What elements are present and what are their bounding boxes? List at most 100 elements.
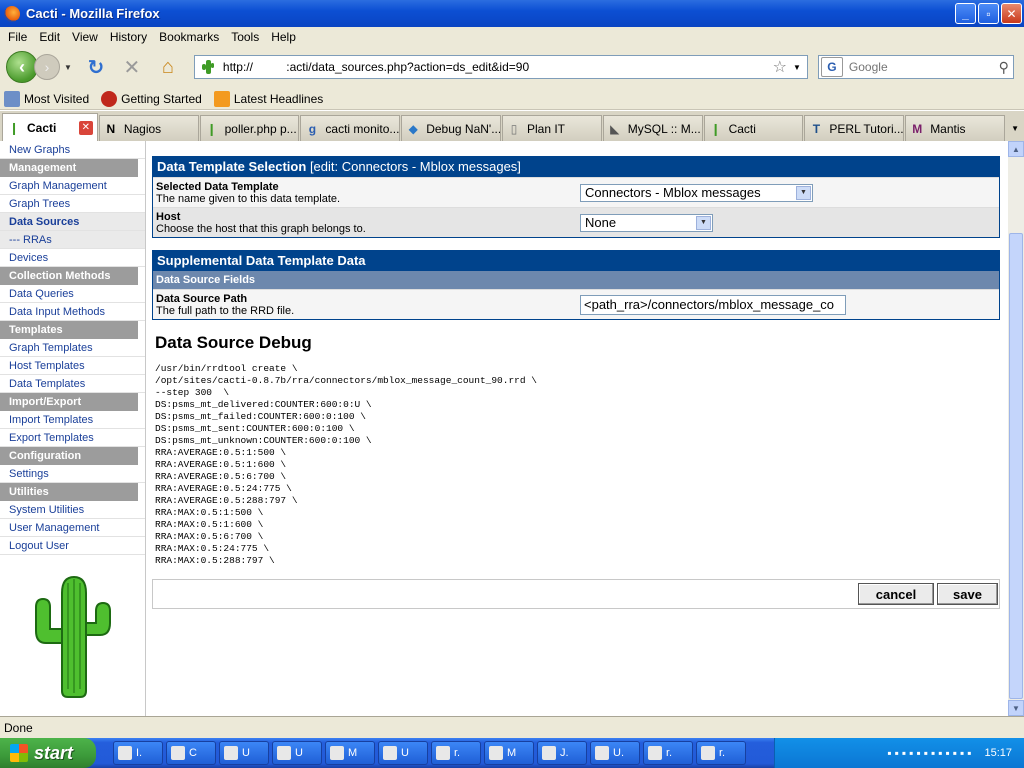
tab-cacti[interactable]: ❙ Cacti ✕ [2,113,98,141]
menu-tools[interactable]: Tools [225,30,265,44]
bookmark-getting-started[interactable]: Getting Started [101,90,202,107]
taskbar-task-button[interactable]: M [325,741,375,765]
menu-view[interactable]: View [66,30,104,44]
tab-mysql[interactable]: ◣ MySQL :: M... [602,115,703,141]
scroll-down-icon[interactable]: ▼ [1008,700,1024,716]
tab-perl-tutorial[interactable]: T PERL Tutori... [804,115,905,141]
menu-bookmarks[interactable]: Bookmarks [153,30,225,44]
debug-line: DS:psms_mt_delivered:COUNTER:600:0:U \ [155,399,372,410]
data-template-select[interactable]: Connectors - Mblox messages ▼ [580,183,813,202]
field-label-group: Host Choose the host that this graph belo… [156,211,580,235]
sidebar-item-devices[interactable]: Devices [0,249,145,267]
taskbar-task-button[interactable]: r. [696,741,746,765]
tab-cacti-monitor[interactable]: g cacti monito... [300,115,401,141]
tab-debug-nan[interactable]: ◆ Debug NaN'... [401,115,501,141]
bookmark-latest-headlines[interactable]: Latest Headlines [213,90,323,107]
stop-icon[interactable]: ✕ [120,55,144,79]
menu-history[interactable]: History [104,30,153,44]
sidebar-item-user-management[interactable]: User Management [0,519,145,537]
chevron-down-icon[interactable]: ▼ [796,185,811,200]
cacti-favicon-icon [198,58,217,76]
sidebar-item-data-templates[interactable]: Data Templates [0,375,145,393]
data-source-path-input[interactable]: <path_rra>/connectors/mblox_message_co [580,294,846,315]
firefox-icon [4,5,20,22]
task-app-icon [595,746,609,760]
bookmark-most-visited[interactable]: Most Visited [4,90,89,107]
vertical-scrollbar[interactable]: ▲ ▼ [1008,141,1024,716]
tab-list-dropdown-icon[interactable]: ▼ [1006,115,1024,141]
cacti-logo [35,575,111,698]
reload-icon[interactable]: ↻ [84,55,108,79]
taskbar-task-button[interactable]: C [166,741,216,765]
host-select[interactable]: None ▼ [580,213,713,232]
sidebar-item-settings[interactable]: Settings [0,465,145,483]
task-label: U [295,747,303,759]
sidebar-item-new-graphs[interactable]: New Graphs [0,141,145,159]
sidebar-item-data-sources[interactable]: Data Sources [0,213,145,231]
tab-nagios[interactable]: N Nagios [98,115,199,141]
sidebar-section-import-export: Import/Export [0,393,138,411]
sidebar-item-data-queries[interactable]: Data Queries [0,285,145,303]
cancel-button[interactable]: cancel [858,583,934,605]
bookmarks-toolbar: Most Visited Getting Started Latest Head… [0,88,1024,110]
scroll-up-icon[interactable]: ▲ [1008,141,1024,157]
taskbar-task-button[interactable]: I. [113,741,163,765]
sidebar-item-rras[interactable]: --- RRAs [0,231,145,249]
tab-plan-it[interactable]: ▯ Plan IT [502,115,602,141]
task-label: J. [560,747,569,759]
tab-cacti-2[interactable]: ❙ Cacti [703,115,804,141]
sidebar-item-host-templates[interactable]: Host Templates [0,357,145,375]
bookmark-label: Getting Started [121,91,202,106]
taskbar-task-button[interactable]: M [484,741,534,765]
menu-help[interactable]: Help [265,30,302,44]
search-input[interactable] [848,60,989,74]
sidebar-item-graph-templates[interactable]: Graph Templates [0,339,145,357]
sidebar-section-utilities: Utilities [0,483,138,501]
url-dropdown-icon[interactable]: ▼ [793,63,801,72]
search-box[interactable]: G ⚲ [817,55,1014,79]
forward-button[interactable]: › [34,54,60,80]
sidebar-item-data-input-methods[interactable]: Data Input Methods [0,303,145,321]
sidebar-item-logout-user[interactable]: Logout User [0,537,145,555]
url-input[interactable] [222,60,743,74]
home-icon[interactable]: ⌂ [156,55,180,79]
taskbar-task-button[interactable]: J. [537,741,587,765]
save-button[interactable]: save [937,583,998,605]
taskbar-task-button[interactable]: r. [431,741,481,765]
tab-mantis[interactable]: M Mantis [905,115,1005,141]
search-icon[interactable]: ⚲ [999,59,1009,76]
tray-icons[interactable]: ▪▪▪▪▪▪▪▪▪▪▪▪ [887,746,974,760]
url-bar[interactable]: ☆ ▼ [193,55,808,79]
sidebar-item-system-utilities[interactable]: System Utilities [0,501,145,519]
menu-file[interactable]: File [2,30,33,44]
history-dropdown-icon[interactable]: ▼ [64,63,72,72]
taskbar-task-button[interactable]: U [272,741,322,765]
sidebar-item-graph-management[interactable]: Graph Management [0,177,145,195]
tab-poller[interactable]: ❙ poller.php p... [199,115,300,141]
action-bar: cancel save [152,579,1000,609]
cacti-favicon-icon: ❙ [710,121,721,136]
sidebar-item-export-templates[interactable]: Export Templates [0,429,145,447]
scrollbar-thumb[interactable] [1009,233,1023,699]
task-app-icon [277,746,291,760]
debug-line: RRA:AVERAGE:0.5:1:500 \ [155,447,287,458]
bookmark-star-icon[interactable]: ☆ [773,57,787,77]
taskbar-task-button[interactable]: U. [590,741,640,765]
chevron-down-icon[interactable]: ▼ [696,215,711,230]
debug-line: RRA:AVERAGE:0.5:24:775 \ [155,483,292,494]
close-button[interactable]: ✕ [1001,3,1022,24]
taskbar-task-button[interactable]: U [219,741,269,765]
sidebar-item-graph-trees[interactable]: Graph Trees [0,195,145,213]
close-tab-icon[interactable]: ✕ [78,120,93,135]
taskbar-task-button[interactable]: r. [643,741,693,765]
start-button[interactable]: start [0,738,96,768]
menu-edit[interactable]: Edit [33,30,66,44]
minimize-button[interactable]: _ [955,3,976,24]
restore-button[interactable]: ▫ [978,3,999,24]
taskbar-task-button[interactable]: U [378,741,428,765]
task-label: M [348,747,358,759]
debug-line: --step 300 \ [155,387,230,398]
sidebar-item-import-templates[interactable]: Import Templates [0,411,145,429]
google-engine-icon[interactable]: G [820,57,843,77]
perl-site-icon: T [812,121,821,136]
